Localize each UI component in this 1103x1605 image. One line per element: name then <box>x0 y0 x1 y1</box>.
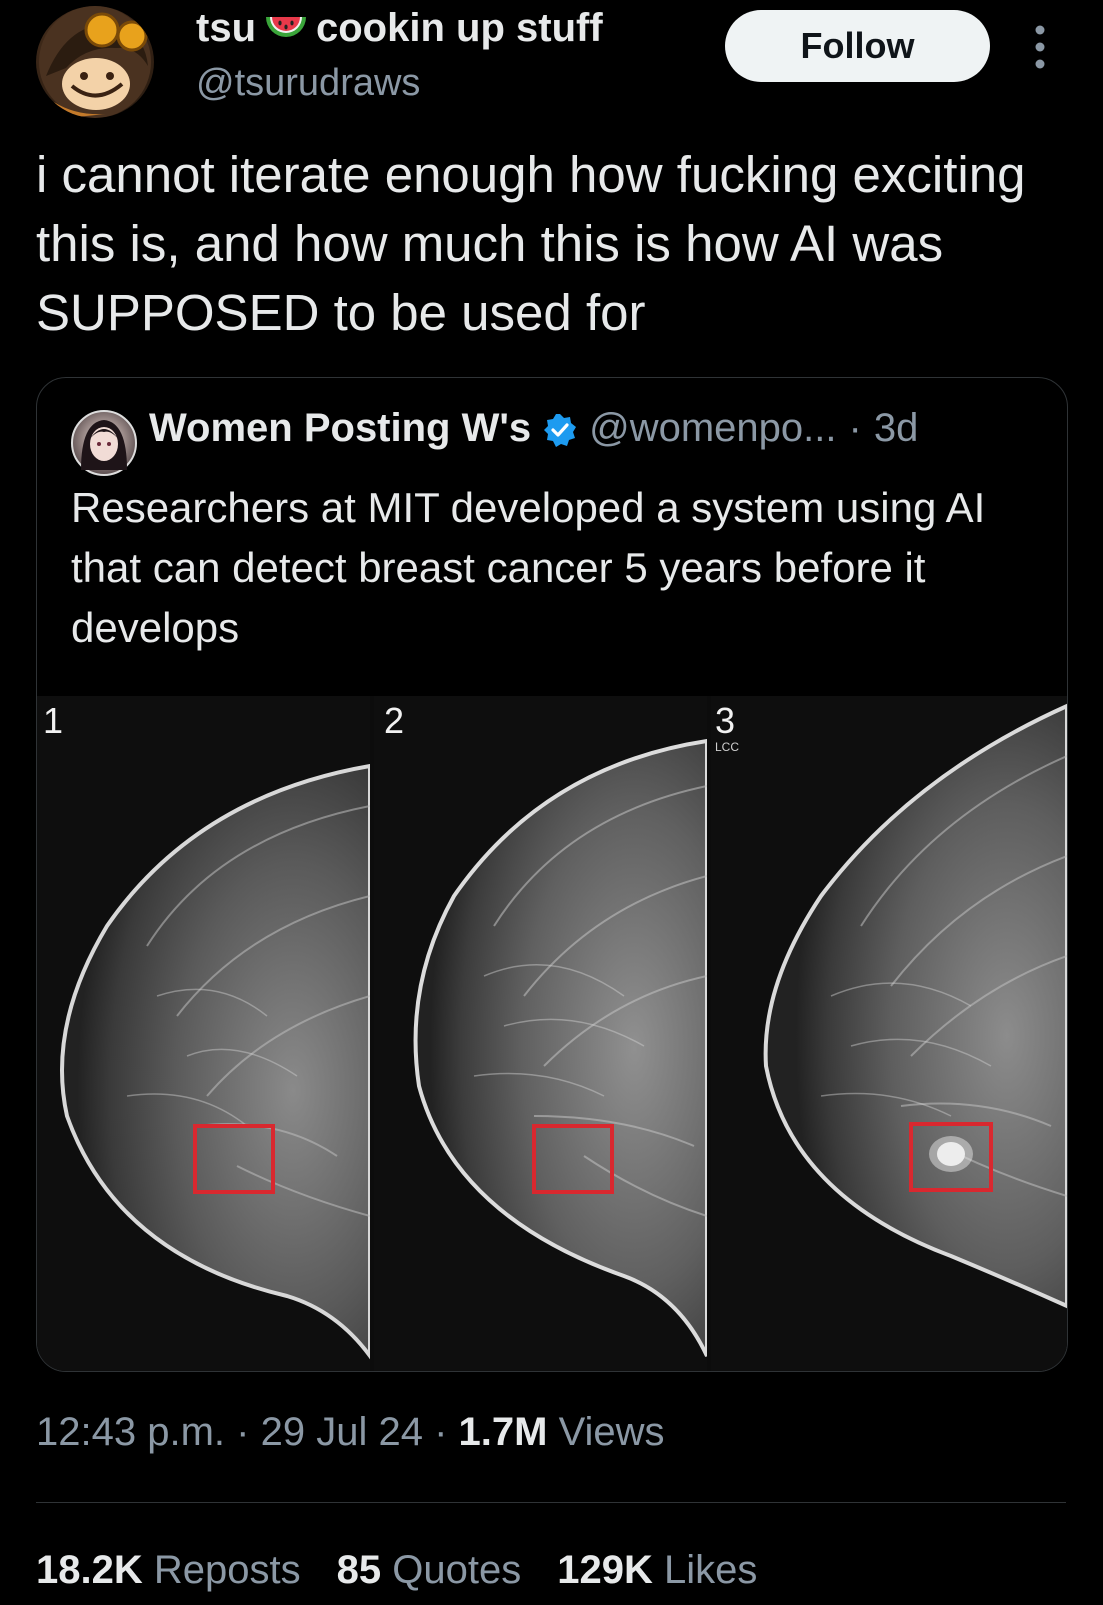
quote-media[interactable]: 1 2 3 LCC <box>37 696 1067 1371</box>
dot-separator: · <box>236 1410 250 1454</box>
quotes-count: 85 <box>336 1548 382 1592</box>
follow-button[interactable]: Follow <box>725 10 990 82</box>
mammogram-image-2[interactable]: 2 <box>374 696 707 1371</box>
image-tag-lcc: LCC <box>715 740 740 754</box>
author-handle[interactable]: @tsurudraws <box>196 62 420 105</box>
views-label: Views <box>558 1410 665 1454</box>
likes-stat[interactable]: 129K Likes <box>557 1548 757 1593</box>
author-avatar[interactable] <box>36 6 154 118</box>
quote-header: Women Posting W's @womenpo... · 3d <box>149 406 918 451</box>
author-name-suffix: cookin up stuff <box>316 6 603 50</box>
tweet-date[interactable]: 29 Jul 24 <box>261 1410 423 1454</box>
quote-author-handle[interactable]: @womenpo... <box>589 406 836 451</box>
quote-text: Researchers at MIT developed a system us… <box>71 484 986 651</box>
author-name: tsu <box>196 6 256 50</box>
divider <box>36 1502 1066 1503</box>
reposts-label: Reposts <box>153 1548 301 1592</box>
image-label-1: 1 <box>43 700 64 741</box>
mammogram-image-3[interactable]: 3 LCC <box>711 696 1067 1371</box>
quote-author-avatar[interactable] <box>71 410 137 476</box>
quoted-tweet-card[interactable]: Women Posting W's @womenpo... · 3d Resea… <box>36 377 1068 1372</box>
engagement-stats: 18.2K Reposts 85 Quotes 129K Likes <box>36 1548 757 1593</box>
dot-separator: · <box>434 1410 448 1454</box>
tweet-meta: 12:43 p.m. · 29 Jul 24 · 1.7M Views <box>36 1410 665 1455</box>
likes-label: Likes <box>663 1548 758 1592</box>
likes-count: 129K <box>557 1548 653 1592</box>
mammogram-image-1[interactable]: 1 <box>37 696 370 1371</box>
dot-separator: · <box>848 406 862 450</box>
image-label-2: 2 <box>384 700 405 741</box>
more-options-icon[interactable] <box>1030 22 1050 72</box>
quote-age[interactable]: 3d <box>874 406 919 451</box>
quote-author-name[interactable]: Women Posting W's <box>149 406 531 451</box>
watermelon-icon <box>264 9 308 49</box>
image-label-3: 3 <box>715 700 736 741</box>
author-display-name[interactable]: tsu cookin up stuff <box>196 6 603 51</box>
quotes-stat[interactable]: 85 Quotes <box>337 1548 522 1593</box>
views-count: 1.7M <box>458 1410 548 1454</box>
reposts-stat[interactable]: 18.2K Reposts <box>36 1548 301 1593</box>
reposts-count: 18.2K <box>36 1548 143 1592</box>
quotes-label: Quotes <box>392 1548 522 1592</box>
tweet-text: i cannot iterate enough how fucking exci… <box>36 146 1026 341</box>
verified-badge-icon <box>543 412 577 447</box>
tweet-time[interactable]: 12:43 p.m. <box>36 1410 225 1454</box>
